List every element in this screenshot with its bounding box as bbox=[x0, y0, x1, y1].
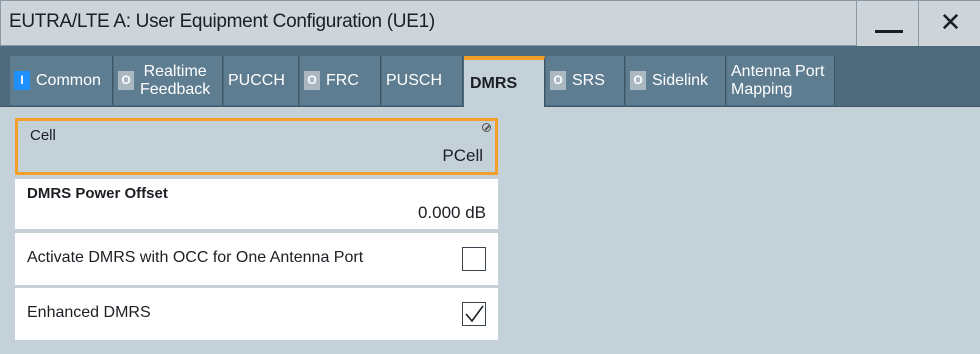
tab-common-label: Common bbox=[36, 71, 101, 89]
enhanced-dmrs-checkbox[interactable] bbox=[462, 302, 486, 326]
tab-antenna-port-mapping-label-line2: Mapping bbox=[731, 80, 793, 98]
cell-label: Cell bbox=[30, 127, 56, 144]
tab-pucch[interactable]: PUCCH bbox=[224, 56, 299, 105]
dmrs-power-offset-field[interactable]: DMRS Power Offset 0.000 dB bbox=[15, 179, 498, 229]
tab-bar: I Common O Realtime Feedback PUCCH O FRC… bbox=[0, 46, 980, 107]
dmrs-power-offset-label: DMRS Power Offset bbox=[27, 185, 168, 202]
tab-realtime-feedback-label-line2: Feedback bbox=[140, 80, 211, 98]
tab-common-led-icon: I bbox=[14, 71, 30, 90]
cell-value: PCell bbox=[442, 146, 483, 165]
dmrs-power-offset-value: 0.000 dB bbox=[417, 203, 486, 222]
tab-common[interactable]: I Common bbox=[10, 56, 113, 105]
tab-pucch-label: PUCCH bbox=[228, 71, 285, 89]
tab-sidelink[interactable]: O Sidelink bbox=[626, 56, 726, 105]
occ-row: Activate DMRS with OCC for One Antenna P… bbox=[15, 233, 498, 285]
window-title: EUTRA/LTE A: User Equipment Configuratio… bbox=[9, 11, 435, 32]
tab-realtime-feedback[interactable]: O Realtime Feedback bbox=[114, 56, 223, 105]
tab-frc[interactable]: O FRC bbox=[300, 56, 381, 105]
occ-checkbox[interactable] bbox=[462, 247, 486, 271]
tab-dmrs[interactable]: DMRS bbox=[464, 56, 545, 107]
tab-antenna-port-mapping[interactable]: Antenna Port Mapping bbox=[727, 56, 835, 105]
title-bar: EUTRA/LTE A: User Equipment Configuratio… bbox=[0, 0, 980, 47]
tab-frc-label: FRC bbox=[326, 71, 359, 89]
tab-realtime-feedback-label-line1: Realtime bbox=[143, 62, 207, 80]
tab-sidelink-label: Sidelink bbox=[652, 71, 709, 89]
read-only-icon bbox=[482, 123, 491, 132]
cell-field[interactable]: Cell PCell bbox=[15, 118, 498, 175]
tab-pusch[interactable]: PUSCH bbox=[382, 56, 463, 105]
close-button[interactable]: ✕ bbox=[918, 1, 980, 47]
enhanced-dmrs-label: Enhanced DMRS bbox=[27, 304, 151, 321]
minimize-button[interactable] bbox=[856, 1, 918, 47]
tab-srs[interactable]: O SRS bbox=[546, 56, 625, 105]
tab-antenna-port-mapping-label-line1: Antenna Port bbox=[731, 62, 825, 80]
tab-sidelink-led-icon: O bbox=[630, 71, 646, 90]
tab-pusch-label: PUSCH bbox=[386, 71, 443, 89]
minimize-icon bbox=[875, 30, 903, 33]
close-icon: ✕ bbox=[939, 7, 962, 37]
occ-label: Activate DMRS with OCC for One Antenna P… bbox=[27, 249, 364, 266]
tab-srs-led-icon: O bbox=[550, 71, 566, 90]
checkmark-icon bbox=[465, 305, 484, 323]
tab-frc-led-icon: O bbox=[304, 71, 320, 90]
tab-dmrs-label: DMRS bbox=[470, 74, 518, 92]
tab-srs-label: SRS bbox=[572, 71, 605, 89]
tab-realtime-feedback-led-icon: O bbox=[118, 71, 134, 90]
enhanced-dmrs-row: Enhanced DMRS bbox=[15, 288, 498, 340]
